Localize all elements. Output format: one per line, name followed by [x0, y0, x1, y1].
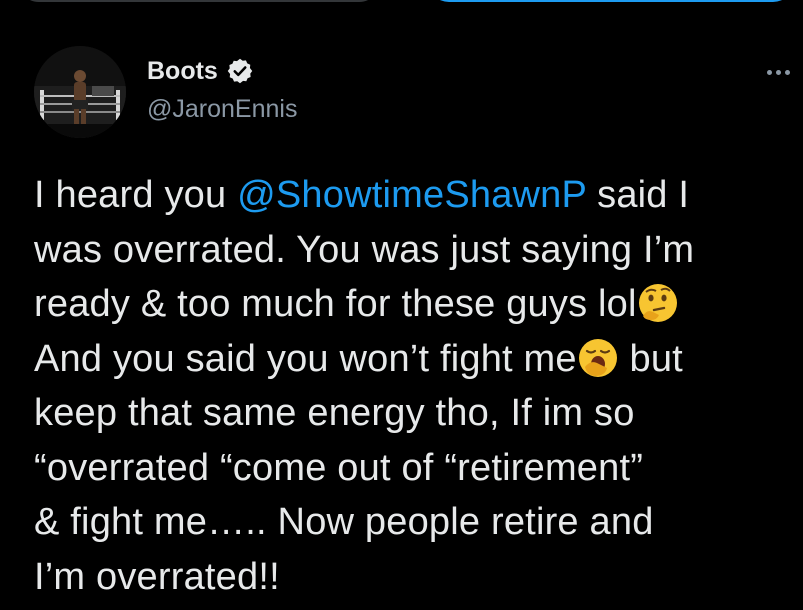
tweet-line-3: ready & too much for these guys lol: [34, 277, 799, 332]
name-row: Boots: [147, 56, 254, 86]
tweet-line-4: And you said you won’t fight me but: [34, 337, 683, 380]
thinking-face-emoji-icon: [637, 282, 679, 324]
tweet-line-6: “overrated “come out of “retirement”: [34, 446, 644, 489]
display-name[interactable]: Boots: [147, 56, 218, 86]
mention-link[interactable]: @ShowtimeShawnP: [237, 174, 586, 216]
yawning-face-emoji-icon: [577, 337, 619, 379]
more-options-icon[interactable]: [761, 62, 795, 82]
tweet-line-1: I heard you @ShowtimeShawnP said I: [34, 174, 690, 216]
tweet-text: I heard you @ShowtimeShawnP said I was o…: [34, 168, 799, 604]
tweet-line-7: & fight me….. Now people retire and: [34, 501, 654, 543]
verified-badge-icon: [226, 57, 254, 85]
boxer-in-ring-avatar-icon: [34, 46, 126, 138]
top-outline-button[interactable]: [18, 0, 380, 2]
tweet-line-8: I’m overrated!!: [34, 555, 280, 598]
top-primary-button[interactable]: [428, 0, 794, 2]
avatar[interactable]: [34, 46, 126, 138]
tweet-line-2: was overrated. You was just saying I’m: [34, 228, 695, 271]
user-handle[interactable]: @JaronEnnis: [147, 94, 297, 124]
tweet-line-5: keep that same energy tho, If im so: [34, 392, 635, 434]
tweet-header: Boots @JaronEnnis: [34, 46, 803, 138]
